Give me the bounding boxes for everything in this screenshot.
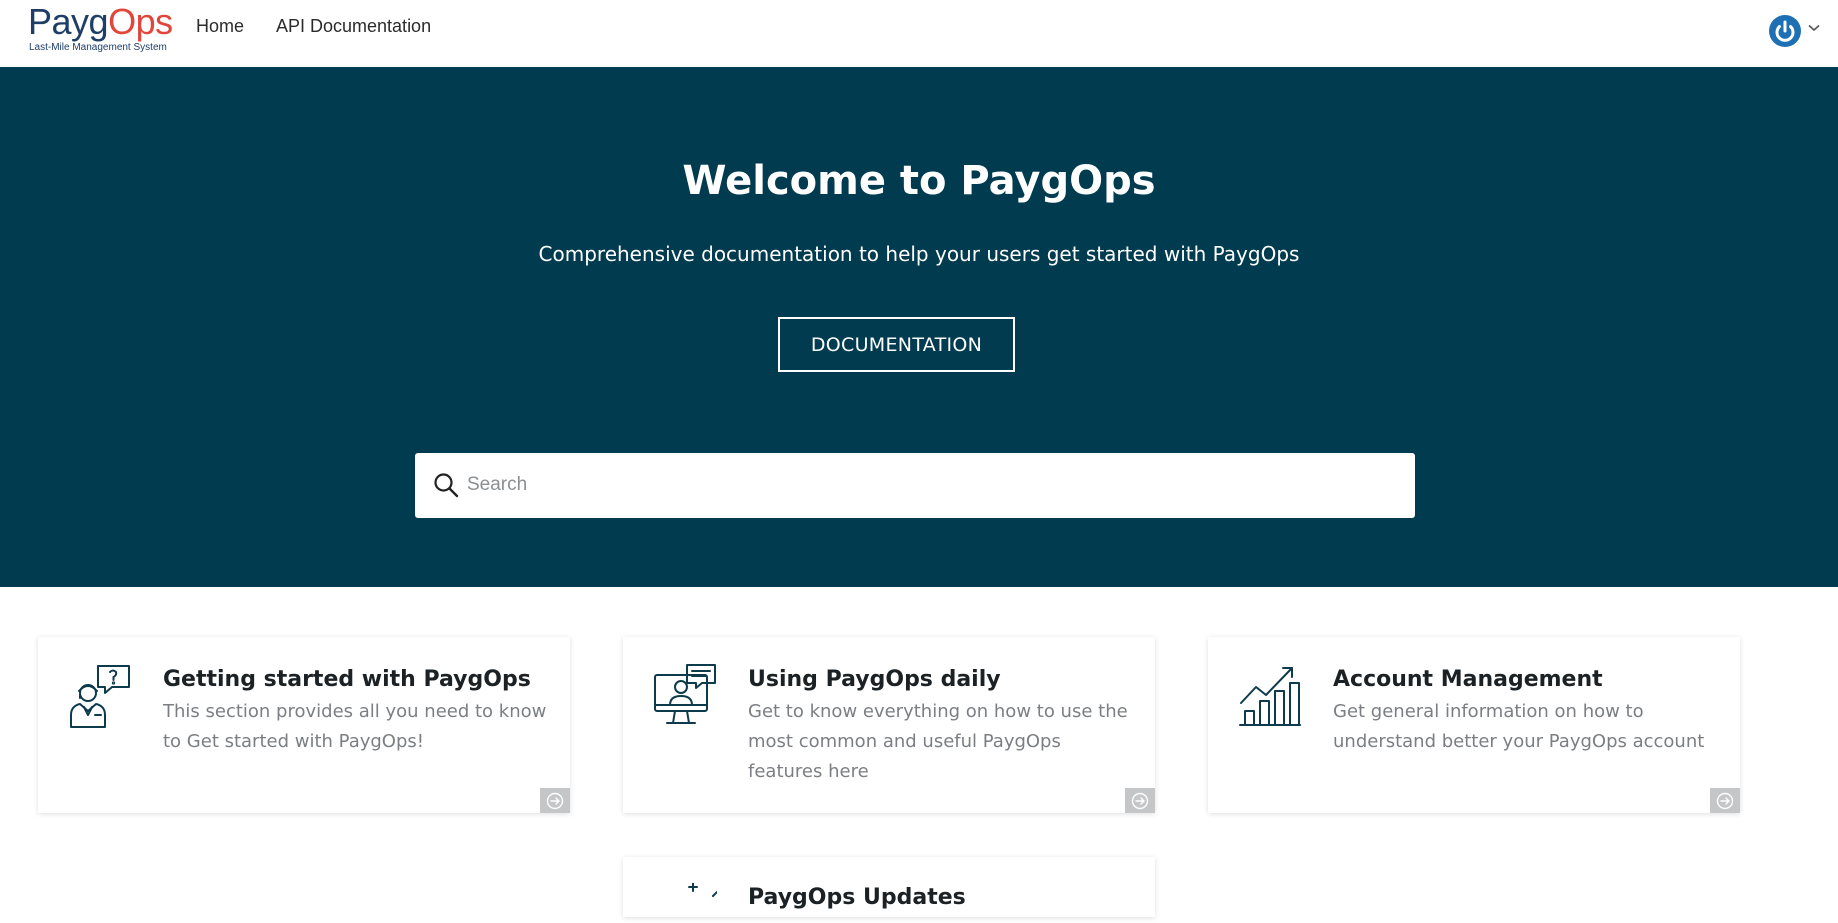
card-paygops-updates[interactable]: PaygOps Updates [623,857,1155,917]
card-getting-started[interactable]: Getting started with PaygOps This sectio… [38,637,570,813]
card-title: PaygOps Updates [748,885,966,910]
logo-word-ops: Ops [108,1,173,42]
monitor-chat-icon [654,664,716,724]
arrow-circle-icon [546,792,564,809]
search-bar [415,453,1415,518]
chevron-down-icon [1808,24,1820,32]
support-agent-icon [70,665,130,728]
growth-chart-icon [1239,667,1301,726]
nav-home-link[interactable]: Home [196,16,244,37]
logo-tagline: Last-Mile Management System [29,42,167,53]
paygops-logo[interactable]: PaygOps Last-Mile Management System [28,0,178,60]
card-using-daily[interactable]: Using PaygOps daily Get to know everythi… [623,637,1155,813]
hero-banner: Welcome to PaygOps Comprehensive documen… [0,67,1838,587]
sparkle-icon [688,883,717,897]
card-arrow-button[interactable] [1125,788,1155,813]
card-title: Getting started with PaygOps [163,667,531,692]
user-menu-toggle[interactable] [1768,12,1826,48]
arrow-circle-icon [1716,792,1734,809]
search-input[interactable] [467,463,1387,507]
top-navbar: PaygOps Last-Mile Management System Home… [0,0,1838,67]
card-account-management[interactable]: Account Management Get general informati… [1208,637,1740,813]
card-description: This section provides all you need to kn… [163,701,547,752]
logo-word-payg: Payg [28,1,109,42]
documentation-button[interactable]: DOCUMENTATION [778,317,1015,372]
card-description: Get general information on how to unders… [1333,701,1705,752]
card-description: Get to know everything on how to use the… [748,701,1128,782]
search-icon [434,473,459,498]
card-title: Using PaygOps daily [748,667,1001,692]
card-title: Account Management [1333,667,1603,692]
card-arrow-button[interactable] [1710,788,1740,813]
logo-wordmark: PaygOps [28,0,173,44]
hero-title: Welcome to PaygOps [682,158,1156,204]
hero-subtitle: Comprehensive documentation to help your… [538,242,1300,266]
power-icon [1769,15,1801,47]
nav-api-documentation-link[interactable]: API Documentation [276,16,431,37]
arrow-circle-icon [1131,792,1149,809]
card-arrow-button[interactable] [540,788,570,813]
